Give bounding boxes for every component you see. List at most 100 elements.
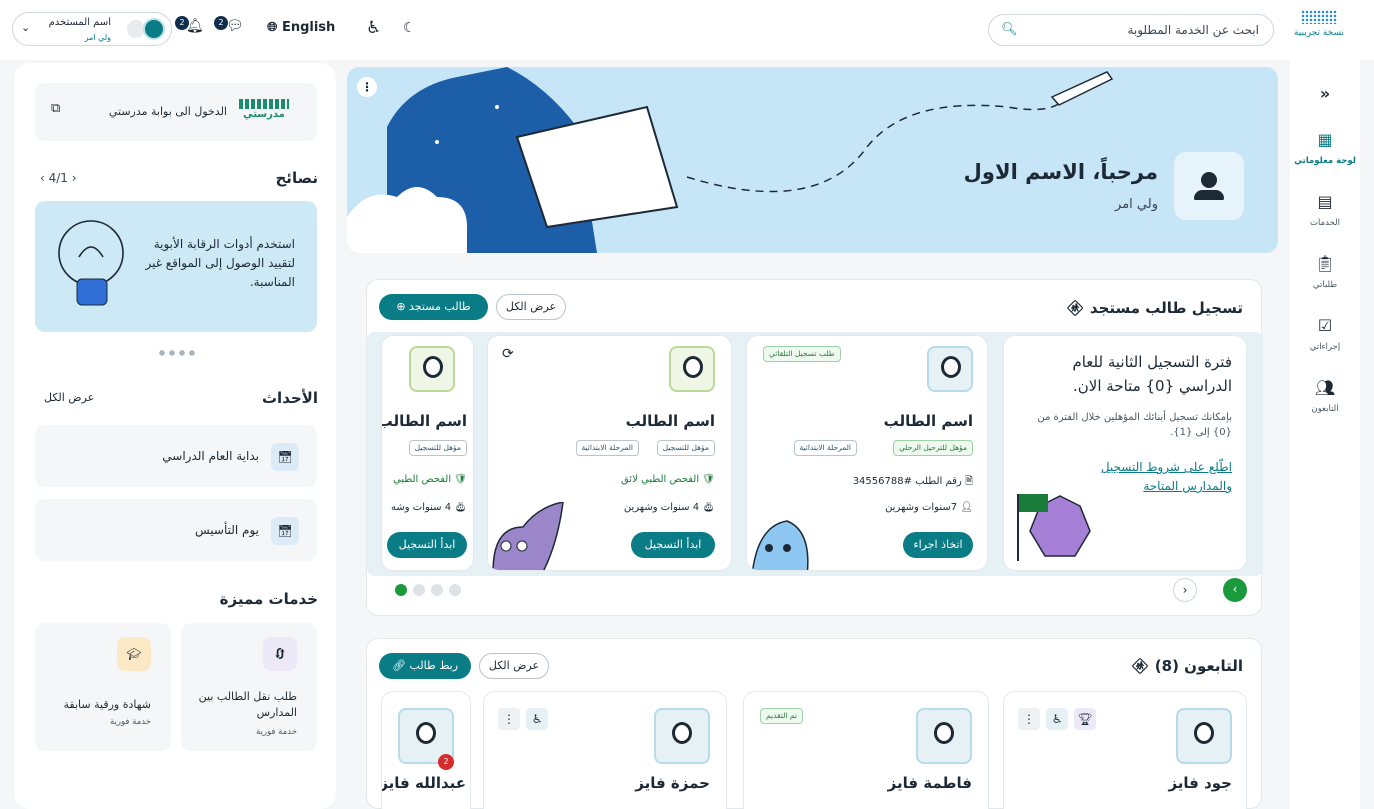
medical-check: 🛡︎ الفحص الطبي لائق bbox=[620, 474, 715, 485]
calendar-icon: 📅︎ bbox=[271, 517, 299, 545]
trophy-icon: 🏆︎ bbox=[1074, 708, 1096, 730]
language-switch[interactable]: English 🌐︎ bbox=[267, 20, 335, 35]
service-title: شهادة ورقية سابقة bbox=[63, 698, 151, 711]
event-title: يوم التأسيس bbox=[194, 523, 259, 537]
student-avatar bbox=[927, 346, 973, 392]
carousel-dot[interactable] bbox=[431, 584, 443, 596]
left-panel: مدرستي الدخول الى بوابة مدرستي ⧉ نصائح ‹… bbox=[14, 63, 336, 809]
dependent-avatar bbox=[916, 708, 972, 764]
dashboard-icon: ▦ bbox=[1317, 130, 1333, 149]
carousel-dot[interactable] bbox=[413, 584, 425, 596]
madrasati-login[interactable]: مدرستي الدخول الى بوابة مدرستي ⧉ bbox=[35, 83, 317, 141]
nav-requests[interactable]: 📋︎ طلباتي bbox=[1290, 254, 1360, 290]
stage-tag: المرحلة الابتدائية bbox=[793, 440, 857, 456]
accessibility-icon[interactable]: ♿︎ bbox=[366, 18, 381, 38]
student-age: 🎂︎ 4 سنوات وشه bbox=[391, 502, 467, 513]
nav-actions[interactable]: ☑ إجراءاتي bbox=[1290, 316, 1360, 352]
event-item[interactable]: 📅︎ بداية العام الدراسي bbox=[35, 425, 317, 487]
dependents-icon: 👥︎ bbox=[1314, 378, 1336, 397]
student-icon: 🚸︎ bbox=[1065, 299, 1085, 317]
accessibility-icon: ♿︎ bbox=[1046, 708, 1068, 730]
messages-icon[interactable]: 💬︎ bbox=[226, 18, 244, 34]
add-new-student-button[interactable]: طالب مستجد ⊕ bbox=[379, 294, 488, 320]
more-options-icon[interactable]: ⋮ bbox=[498, 708, 520, 730]
user-role: ولي امر bbox=[84, 33, 111, 42]
calendar-icon: 📅︎ bbox=[271, 443, 299, 471]
search-placeholder: ابحث عن الخدمة المطلوبة bbox=[1127, 23, 1259, 37]
student-avatar bbox=[409, 346, 455, 392]
student-name: اسم الطالب bbox=[625, 412, 715, 430]
refresh-icon[interactable]: ⟳ bbox=[502, 346, 514, 362]
madrasati-logo: مدرستي bbox=[239, 99, 289, 125]
submitted-badge: تم التقديم bbox=[760, 708, 803, 724]
medical-check: 🛡︎ الفحص الطبي bbox=[392, 474, 467, 485]
carousel-next-button[interactable]: › bbox=[1223, 578, 1247, 602]
promo-heading: فترة التسجيل الثانية للعام الدراسي {0} م… bbox=[1072, 353, 1232, 395]
notifications-badge: 2 bbox=[175, 16, 189, 30]
collapse-nav-button[interactable]: « bbox=[1290, 84, 1360, 103]
featured-service-card[interactable]: 🎓︎ شهادة ورقية سابقة خدمة فورية bbox=[35, 623, 171, 751]
eligibility-tag: مؤهل للتسجيل bbox=[656, 440, 715, 456]
carousel-prev-button[interactable]: ‹ bbox=[1173, 578, 1197, 602]
nav-dependents[interactable]: 👥︎ التابعون bbox=[1290, 378, 1360, 414]
tips-title: نصائح bbox=[275, 169, 319, 187]
madrasati-login-label: الدخول الى بوابة مدرستي bbox=[108, 105, 227, 118]
registration-promo-card: فترة التسجيل الثانية للعام الدراسي {0} م… bbox=[1003, 335, 1247, 571]
services-icon: ▤ bbox=[1317, 192, 1333, 211]
search-input[interactable]: ابحث عن الخدمة المطلوبة 🔍︎ bbox=[988, 14, 1274, 46]
top-bar: نسخة تجريبية ابحث عن الخدمة المطلوبة 🔍︎ … bbox=[0, 0, 1374, 60]
document-icon: 🗎︎ bbox=[964, 476, 973, 487]
promo-mascot-illustration bbox=[1017, 494, 1091, 561]
tip-card: استخدم أدوات الرقابة الأبوية لتقييد الوص… bbox=[35, 201, 317, 332]
user-menu[interactable]: اسم المستخدم ولي امر ⌄ bbox=[12, 12, 172, 46]
registration-view-all[interactable]: عرض الكل bbox=[496, 294, 566, 320]
cake-icon: 🎂︎ bbox=[702, 502, 715, 513]
auto-registration-badge: طلب تسجيل التلقائي bbox=[763, 346, 841, 362]
link-student-button[interactable]: ربط طالب 🔗︎ bbox=[379, 653, 471, 679]
carousel-dot[interactable] bbox=[395, 584, 407, 596]
dependent-card: تم التقديم فاطمة فايز bbox=[743, 691, 989, 809]
student-mascot-illustration bbox=[752, 520, 809, 570]
take-action-button[interactable]: اتخاذ اجراء bbox=[903, 532, 973, 558]
start-registration-button[interactable]: ابدأ التسجيل bbox=[387, 532, 467, 558]
nav-services[interactable]: ▤ الخدمات bbox=[1290, 192, 1360, 228]
featured-service-card[interactable]: 🔄︎ طلب نقل الطالب بين المدارس خدمة فورية bbox=[181, 623, 317, 751]
shield-check-icon: 🛡︎ bbox=[702, 474, 715, 485]
dark-mode-icon[interactable]: ☾ bbox=[403, 20, 416, 36]
dependent-name: عبدالله فايز bbox=[381, 774, 466, 792]
service-sub: خدمة فورية bbox=[255, 727, 297, 737]
external-link-icon: ⧉ bbox=[51, 101, 61, 116]
student-name: اسم الطالب bbox=[381, 412, 467, 430]
more-options-icon[interactable]: ⋮ bbox=[1018, 708, 1040, 730]
service-title: طلب نقل الطالب بين المدارس bbox=[198, 690, 297, 719]
event-item[interactable]: 📅︎ يوم التأسيس bbox=[35, 499, 317, 561]
student-age: 👤︎ 7سنوات وشهرين bbox=[885, 502, 973, 513]
student-age: 🎂︎ 4 سنوات وشهرين bbox=[623, 502, 715, 513]
dependents-view-all[interactable]: عرض الكل bbox=[479, 653, 549, 679]
dependent-avatar bbox=[1176, 708, 1232, 764]
notification-count: 2 bbox=[438, 754, 454, 770]
request-number: 🗎︎ رقم الطلب #34556788 bbox=[852, 476, 973, 487]
carousel-dot[interactable] bbox=[449, 584, 461, 596]
messages-badge: 2 bbox=[214, 16, 228, 30]
student-card: اسم الطالب مؤهل للتسجيل 🛡︎ الفحص الطبي 🎂… bbox=[381, 335, 474, 571]
search-icon: 🔍︎ bbox=[1001, 22, 1018, 37]
service-sub: خدمة فورية bbox=[109, 717, 151, 727]
person-icon: 👤︎ bbox=[960, 502, 973, 513]
registration-title: تسجيل طالب مستجد 🚸︎ bbox=[1065, 299, 1243, 317]
dependents-section: التابعون (8) 🚸︎ عرض الكل ربط طالب 🔗︎ جود… bbox=[366, 638, 1262, 809]
tips-pager: ‹ 4/1 › bbox=[40, 171, 77, 185]
welcome-banner: ⋮ مرحباً، الاسم الاول ولي امر bbox=[347, 67, 1278, 253]
promo-body: بإمكانك تسجيل أبنائك المؤهلين خلال الفتر… bbox=[1037, 412, 1232, 438]
student-mascot-illustration bbox=[492, 502, 564, 570]
dependent-name: حمزة فايز bbox=[635, 774, 710, 792]
start-registration-button[interactable]: ابدأ التسجيل bbox=[631, 532, 715, 558]
tips-pagination-dots bbox=[157, 350, 197, 356]
dependent-avatar bbox=[654, 708, 710, 764]
nav-dashboard[interactable]: ▦ لوحة معلوماتي bbox=[1290, 130, 1360, 166]
events-view-all[interactable]: عرض الكل bbox=[44, 391, 94, 404]
transfer-icon: 🔄︎ bbox=[263, 637, 297, 671]
banner-menu-button[interactable]: ⋮ bbox=[357, 77, 377, 97]
chevron-down-icon: ⌄ bbox=[21, 21, 31, 34]
dependents-title: التابعون (8) 🚸︎ bbox=[1130, 657, 1244, 675]
